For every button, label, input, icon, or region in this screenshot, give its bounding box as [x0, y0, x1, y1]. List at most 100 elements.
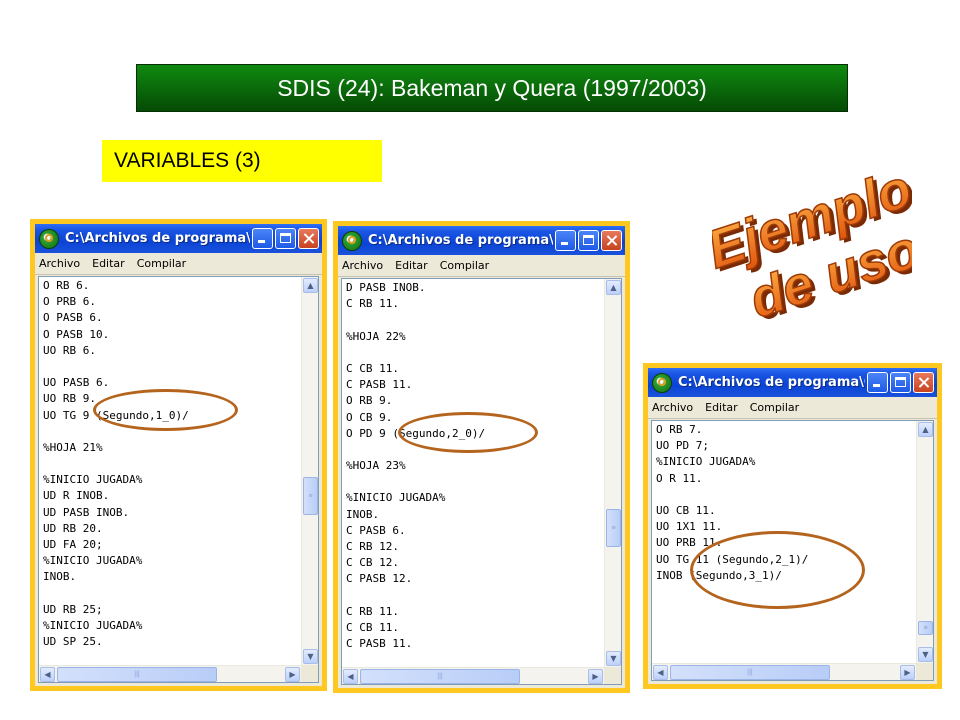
- minimize-button[interactable]: [867, 372, 888, 393]
- code-line: O R 11.: [656, 471, 703, 485]
- window-titlebar[interactable]: C:\Archivos de programa\G...: [648, 368, 937, 397]
- editor-text[interactable]: O RB 6. O PRB 6. O PASB 6. O PASB 10. UO RB …: [39, 277, 301, 665]
- code-line: C PASB 6.: [346, 523, 406, 537]
- horizontal-scrollbar[interactable]: ◀ ||| ▶: [342, 667, 604, 684]
- window-titlebar[interactable]: C:\Archivos de programa\G...: [338, 226, 625, 255]
- code-line: C RB 11.: [346, 604, 399, 618]
- slide-title: SDIS (24): Bakeman y Quera (1997/2003): [136, 64, 848, 112]
- menu-compilar[interactable]: Compilar: [137, 257, 186, 270]
- window-titlebar[interactable]: C:\Archivos de programa\G...: [35, 224, 322, 253]
- menu-archivo[interactable]: Archivo: [39, 257, 80, 270]
- code-line: UO 1X1 11.: [656, 520, 723, 534]
- code-line: UD SP 25.: [43, 635, 103, 649]
- code-line: %INICIO JUGADA%: [43, 554, 143, 568]
- code-line: O PASB 6.: [43, 311, 103, 325]
- menu-bar: Archivo Editar Compilar: [648, 397, 937, 419]
- menu-bar: Archivo Editar Compilar: [338, 255, 625, 277]
- hscroll-thumb[interactable]: |||: [360, 669, 520, 684]
- hscroll-thumb[interactable]: |||: [57, 667, 217, 682]
- scroll-corner: [301, 665, 318, 682]
- minimize-button[interactable]: [555, 230, 576, 251]
- code-line: UD PASB INOB.: [43, 505, 130, 519]
- code-line: UD RB 25;: [43, 602, 103, 616]
- code-line: %INICIO JUGADA%: [346, 491, 446, 505]
- scroll-right-button[interactable]: ▶: [900, 665, 915, 680]
- scroll-left-button[interactable]: ◀: [40, 667, 55, 682]
- code-line: UO PASB 6.: [43, 376, 110, 390]
- code-line: C PASB 11.: [346, 378, 413, 392]
- editor-text[interactable]: O RB 7. UO PD 7; %INICIO JUGADA% O R 11. UO …: [652, 421, 916, 663]
- code-line: UD FA 20;: [43, 538, 103, 551]
- editor-window-1: C:\Archivos de programa\G... Archivo Edi…: [35, 224, 322, 686]
- scroll-up-button[interactable]: ▲: [606, 280, 621, 295]
- scroll-down-button[interactable]: ▼: [303, 649, 318, 664]
- code-line: C PASB 11.: [346, 637, 413, 651]
- window-title: C:\Archivos de programa\G...: [368, 233, 553, 248]
- code-line: INOB.: [346, 507, 380, 521]
- maximize-button[interactable]: [890, 372, 911, 393]
- code-line: UD RB 20.: [43, 521, 103, 535]
- scroll-up-button[interactable]: ▲: [303, 278, 318, 293]
- variables-label: VARIABLES (3): [102, 140, 382, 182]
- menu-compilar[interactable]: Compilar: [750, 401, 799, 414]
- code-line: O PRB 6.: [43, 295, 96, 309]
- horizontal-scrollbar[interactable]: ◀ ||| ▶: [652, 663, 916, 680]
- scroll-thumb[interactable]: ≡: [918, 621, 933, 635]
- scroll-right-button[interactable]: ▶: [285, 667, 300, 682]
- code-line: UO TG 9 (Segundo,1_0)/: [43, 408, 189, 422]
- scroll-up-button[interactable]: ▲: [918, 422, 933, 437]
- editor-window-2: C:\Archivos de programa\G... Archivo Edi…: [338, 226, 625, 688]
- scroll-thumb[interactable]: ≡: [606, 509, 621, 547]
- code-line: INOB.: [43, 570, 77, 584]
- vertical-scrollbar[interactable]: ▲ ≡ ▼: [604, 279, 621, 667]
- hscroll-thumb[interactable]: |||: [670, 665, 830, 680]
- code-line: UO PRB 11.: [656, 536, 723, 550]
- code-line: O RB 6.: [43, 279, 90, 292]
- menu-editar[interactable]: Editar: [395, 259, 428, 272]
- horizontal-scrollbar[interactable]: ◀ ||| ▶: [39, 665, 301, 682]
- code-line: UO RB 6.: [43, 343, 96, 357]
- close-button[interactable]: [298, 228, 319, 249]
- code-line: O PD 9 (Segundo,2_0)/: [346, 426, 486, 440]
- vertical-scrollbar[interactable]: ▲ ≡ ▼: [301, 277, 318, 665]
- close-button[interactable]: [913, 372, 934, 393]
- code-line: %INICIO JUGADA%: [43, 473, 143, 487]
- code-line: C CB 11.: [346, 361, 399, 375]
- scroll-right-button[interactable]: ▶: [588, 669, 603, 684]
- text-editor[interactable]: O RB 6. O PRB 6. O PASB 6. O PASB 10. UO RB …: [38, 276, 319, 683]
- scroll-down-button[interactable]: ▼: [606, 651, 621, 666]
- close-button[interactable]: [601, 230, 622, 251]
- maximize-button[interactable]: [578, 230, 599, 251]
- menu-editar[interactable]: Editar: [705, 401, 738, 414]
- scroll-thumb[interactable]: ≡: [303, 477, 318, 515]
- editor-text[interactable]: D PASB INOB. C RB 11. %HOJA 22% C CB 11. C P…: [342, 279, 604, 667]
- scroll-corner: [604, 667, 621, 684]
- text-editor[interactable]: O RB 7. UO PD 7; %INICIO JUGADA% O R 11. UO …: [651, 420, 934, 681]
- menu-archivo[interactable]: Archivo: [342, 259, 383, 272]
- code-line: %INICIO JUGADA%: [43, 618, 143, 632]
- vertical-scrollbar[interactable]: ▲ ≡ ▼: [916, 421, 933, 663]
- minimize-button[interactable]: [252, 228, 273, 249]
- text-editor[interactable]: D PASB INOB. C RB 11. %HOJA 22% C CB 11. C P…: [341, 278, 622, 685]
- scroll-left-button[interactable]: ◀: [343, 669, 358, 684]
- window-title: C:\Archivos de programa\G...: [65, 231, 250, 246]
- scroll-down-button[interactable]: ▼: [918, 647, 933, 662]
- menu-compilar[interactable]: Compilar: [440, 259, 489, 272]
- maximize-button[interactable]: [275, 228, 296, 249]
- code-line: O PASB 10.: [43, 327, 110, 341]
- scroll-left-button[interactable]: ◀: [653, 665, 668, 680]
- menu-archivo[interactable]: Archivo: [652, 401, 693, 414]
- code-line: %HOJA 21%: [43, 440, 103, 454]
- menu-editar[interactable]: Editar: [92, 257, 125, 270]
- app-icon: [342, 230, 362, 251]
- code-line: %INICIO JUGADA%: [656, 455, 756, 469]
- wordart-line-2: de uso: [743, 219, 912, 330]
- wordart-line-2-shadow: de uso: [747, 222, 912, 333]
